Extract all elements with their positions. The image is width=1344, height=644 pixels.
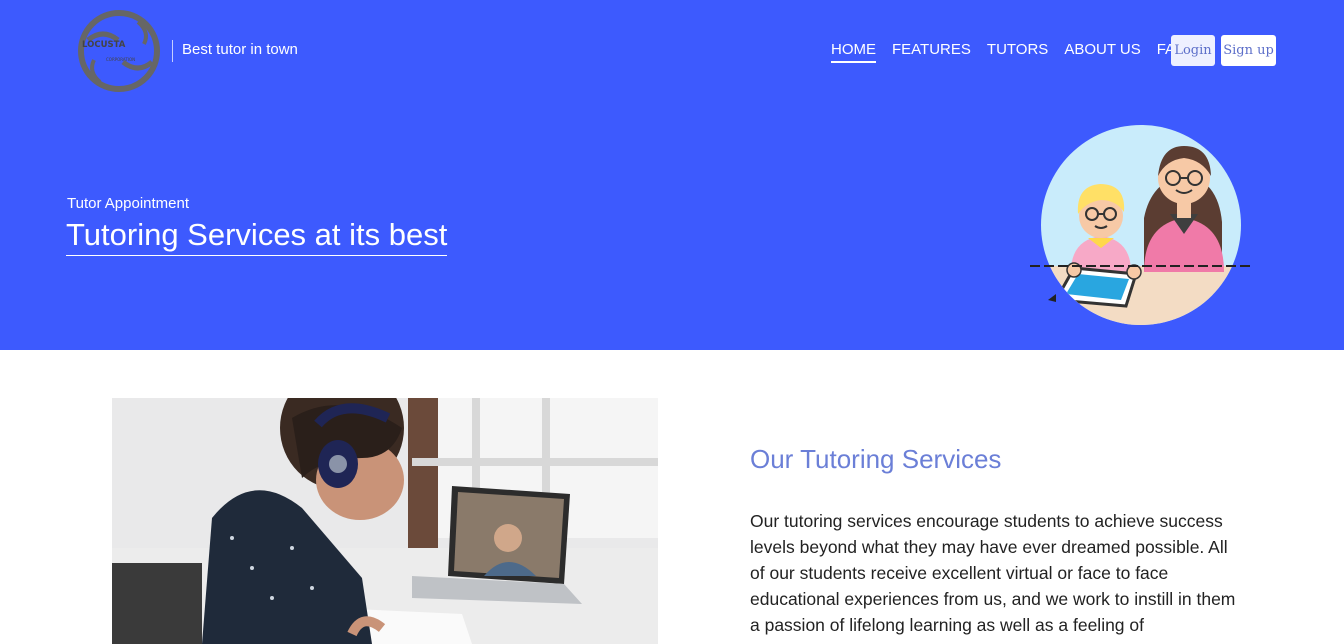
logo-text-top: LOCUSTA — [82, 40, 126, 50]
hero-headline: Tutoring Services at its best — [66, 216, 448, 256]
nav-tutors[interactable]: TUTORS — [987, 41, 1048, 61]
logo-text-bottom: CORPORATION — [106, 57, 135, 62]
nav-home[interactable]: HOME — [831, 41, 876, 63]
tagline: Best tutor in town — [182, 41, 298, 58]
login-button[interactable]: Login — [1171, 35, 1215, 66]
header-divider — [172, 40, 173, 62]
nav-features[interactable]: FEATURES — [892, 41, 971, 61]
signup-button[interactable]: Sign up — [1221, 35, 1276, 66]
tutor-illustration — [1030, 125, 1252, 325]
services-title: Our Tutoring Services — [750, 444, 1002, 474]
hero-banner: LOCUSTA CORPORATION Best tutor in town H… — [0, 0, 1344, 350]
logo-icon[interactable]: LOCUSTA CORPORATION — [78, 10, 160, 92]
services-body: Our tutoring services encourage students… — [750, 511, 1236, 635]
hero-eyebrow: Tutor Appointment — [67, 195, 190, 212]
nav-about-us[interactable]: ABOUT US — [1064, 41, 1140, 61]
student-photo — [112, 398, 658, 644]
main-nav: HOME FEATURES TUTORS ABOUT US FAQs — [831, 41, 1210, 63]
